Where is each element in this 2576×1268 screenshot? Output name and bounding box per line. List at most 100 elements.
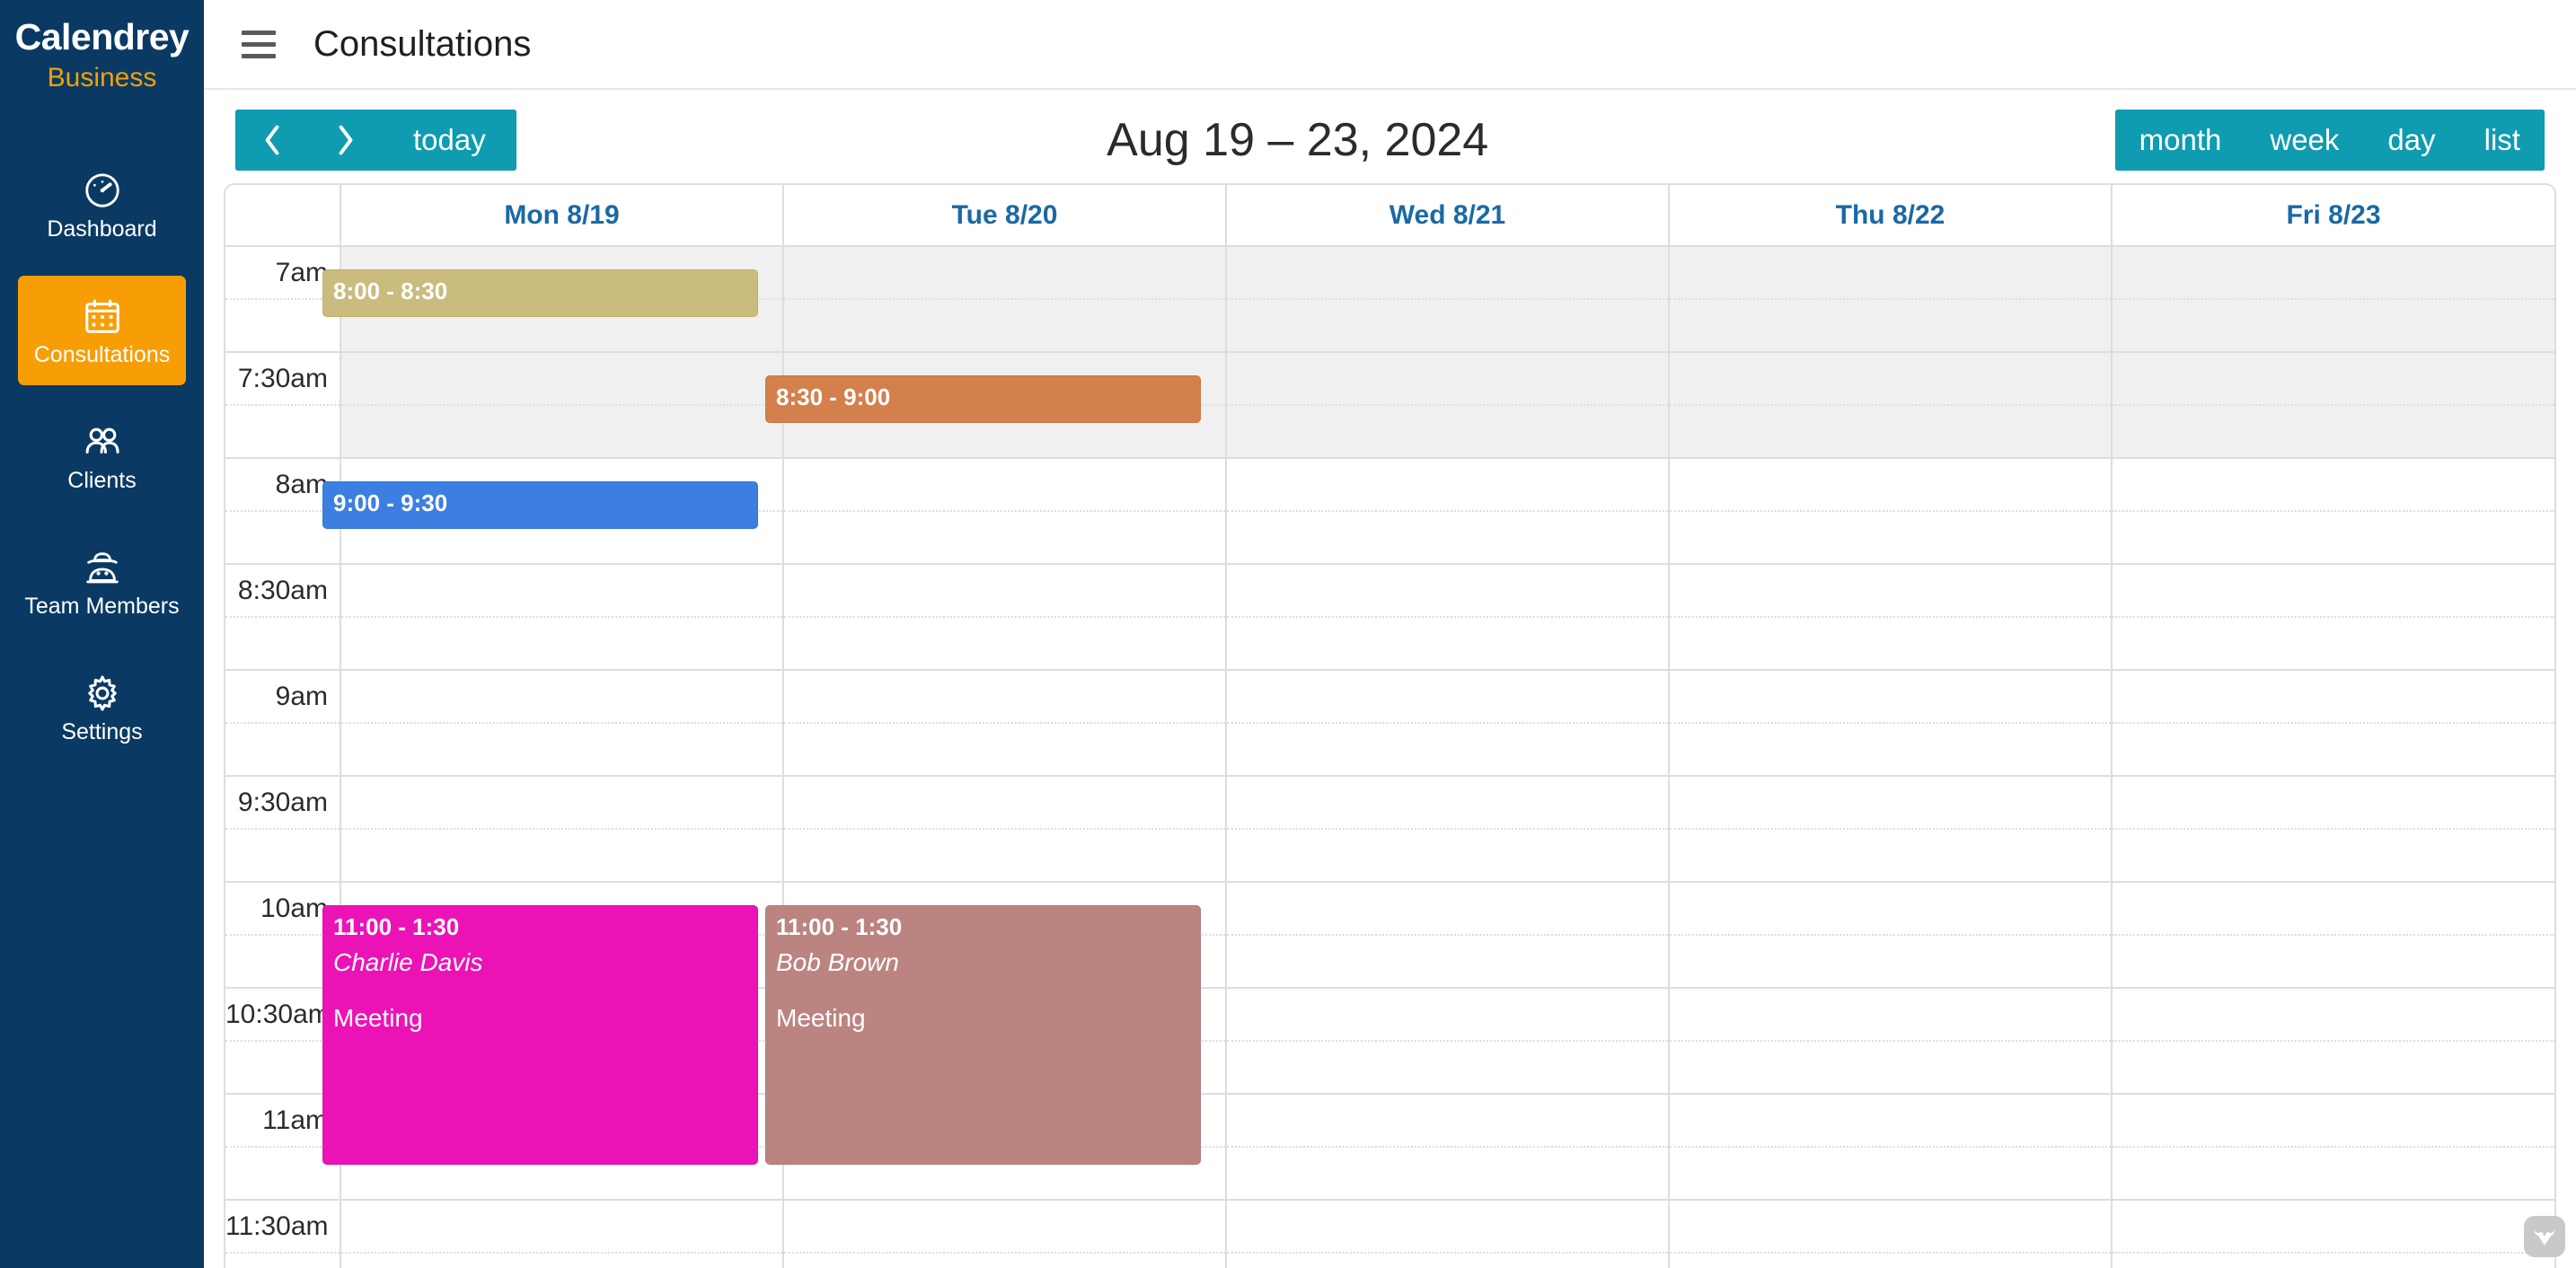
hamburger-icon[interactable] bbox=[242, 30, 276, 58]
calendar-cell[interactable] bbox=[2111, 828, 2554, 882]
calendar-cell[interactable] bbox=[1225, 881, 1669, 935]
calendar-cell[interactable] bbox=[340, 775, 783, 829]
view-button-day[interactable]: day bbox=[2363, 110, 2460, 171]
calendar-cell[interactable] bbox=[340, 351, 783, 405]
view-button-list[interactable]: list bbox=[2459, 110, 2545, 171]
calendar-cell[interactable] bbox=[2111, 457, 2554, 511]
calendar-cell[interactable] bbox=[1225, 722, 1669, 776]
calendar-cell[interactable] bbox=[1668, 987, 2112, 1041]
calendar-cell[interactable] bbox=[2111, 510, 2554, 564]
calendar-cell[interactable] bbox=[2111, 1252, 2554, 1268]
day-header[interactable]: Mon 8/19 bbox=[340, 185, 783, 246]
calendar-cell[interactable] bbox=[340, 722, 783, 776]
calendar-cell[interactable] bbox=[1668, 351, 2112, 405]
calendar-cell[interactable] bbox=[782, 510, 1226, 564]
calendar-cell[interactable] bbox=[2111, 563, 2554, 617]
view-button-month[interactable]: month bbox=[2114, 110, 2246, 171]
sidebar-item-clients[interactable]: Clients bbox=[18, 401, 186, 511]
calendar-cell[interactable] bbox=[1225, 1093, 1669, 1147]
calendar-cell[interactable] bbox=[1225, 351, 1669, 405]
calendar-cell[interactable] bbox=[1668, 457, 2112, 511]
calendar-cell[interactable] bbox=[2111, 1146, 2554, 1200]
calendar-cell[interactable] bbox=[782, 1199, 1226, 1253]
sidebar-item-consultations[interactable]: Consultations bbox=[18, 276, 186, 386]
calendar-cell[interactable] bbox=[1225, 987, 1669, 1041]
calendar-cell[interactable] bbox=[782, 616, 1226, 670]
calendar-cell[interactable] bbox=[1225, 616, 1669, 670]
calendar-cell[interactable] bbox=[340, 669, 783, 723]
calendar-cell[interactable] bbox=[1225, 828, 1669, 882]
day-header[interactable]: Thu 8/22 bbox=[1668, 185, 2112, 246]
view-button-week[interactable]: week bbox=[2245, 110, 2364, 171]
calendar-cell[interactable] bbox=[782, 457, 1226, 511]
calendar-cell[interactable] bbox=[1668, 1093, 2112, 1147]
bat-badge-icon[interactable] bbox=[2524, 1216, 2565, 1257]
calendar-cell[interactable] bbox=[1225, 669, 1669, 723]
calendar-cell[interactable] bbox=[340, 1252, 783, 1268]
calendar-cell[interactable] bbox=[2111, 934, 2554, 988]
calendar-cell[interactable] bbox=[2111, 722, 2554, 776]
calendar-cell[interactable] bbox=[782, 722, 1226, 776]
calendar-cell[interactable] bbox=[2111, 669, 2554, 723]
today-button[interactable]: today bbox=[383, 110, 516, 171]
calendar-cell[interactable] bbox=[2111, 616, 2554, 670]
calendar-event[interactable]: 9:00 - 9:30 Alice Johnson bbox=[322, 481, 758, 529]
calendar-cell[interactable] bbox=[1668, 881, 2112, 935]
calendar-cell[interactable] bbox=[1225, 298, 1669, 352]
sidebar-item-dashboard[interactable]: Dashboard bbox=[18, 150, 186, 260]
sidebar-item-team-members[interactable]: Team Members bbox=[18, 527, 186, 637]
calendar-cell[interactable] bbox=[782, 245, 1226, 299]
calendar-cell[interactable] bbox=[1668, 828, 2112, 882]
sidebar-item-settings[interactable]: Settings bbox=[18, 653, 186, 762]
calendar-cell[interactable] bbox=[2111, 775, 2554, 829]
calendar-cell[interactable] bbox=[2111, 298, 2554, 352]
calendar-cell[interactable] bbox=[1225, 1040, 1669, 1094]
calendar-cell[interactable] bbox=[1668, 1040, 2112, 1094]
calendar-cell[interactable] bbox=[340, 404, 783, 458]
calendar-cell[interactable] bbox=[2111, 404, 2554, 458]
prev-button[interactable] bbox=[235, 110, 309, 171]
calendar-cell[interactable] bbox=[1668, 298, 2112, 352]
calendar-cell[interactable] bbox=[1668, 616, 2112, 670]
calendar-cell[interactable] bbox=[1225, 404, 1669, 458]
calendar-cell[interactable] bbox=[2111, 1093, 2554, 1147]
next-button[interactable] bbox=[309, 110, 383, 171]
calendar-cell[interactable] bbox=[1225, 245, 1669, 299]
calendar-cell[interactable] bbox=[340, 828, 783, 882]
calendar-cell[interactable] bbox=[2111, 351, 2554, 405]
calendar-event[interactable]: 8:00 - 8:30 Jane Smith bbox=[322, 269, 758, 317]
calendar-event[interactable]: 8:30 - 9:00 Charlie Davis bbox=[765, 375, 1201, 423]
calendar-cell[interactable] bbox=[1668, 404, 2112, 458]
calendar-cell[interactable] bbox=[782, 1252, 1226, 1268]
calendar-cell[interactable] bbox=[1225, 563, 1669, 617]
calendar-cell[interactable] bbox=[1668, 775, 2112, 829]
calendar-cell[interactable] bbox=[782, 563, 1226, 617]
calendar-cell[interactable] bbox=[2111, 881, 2554, 935]
calendar-event[interactable]: 11:00 - 1:30 Charlie Davis Meeting bbox=[322, 905, 758, 1165]
calendar-cell[interactable] bbox=[2111, 245, 2554, 299]
day-header[interactable]: Tue 8/20 bbox=[782, 185, 1226, 246]
calendar-cell[interactable] bbox=[1225, 510, 1669, 564]
calendar-cell[interactable] bbox=[340, 1199, 783, 1253]
calendar-cell[interactable] bbox=[1225, 1146, 1669, 1200]
calendar-cell[interactable] bbox=[2111, 1199, 2554, 1253]
calendar-cell[interactable] bbox=[1668, 722, 2112, 776]
calendar-cell[interactable] bbox=[340, 616, 783, 670]
calendar-cell[interactable] bbox=[1225, 934, 1669, 988]
calendar-cell[interactable] bbox=[782, 775, 1226, 829]
calendar-cell[interactable] bbox=[1668, 510, 2112, 564]
calendar-cell[interactable] bbox=[782, 669, 1226, 723]
calendar-cell[interactable] bbox=[1668, 245, 2112, 299]
calendar-cell[interactable] bbox=[2111, 1040, 2554, 1094]
calendar-cell[interactable] bbox=[2111, 987, 2554, 1041]
calendar-cell[interactable] bbox=[1225, 457, 1669, 511]
calendar-cell[interactable] bbox=[1668, 669, 2112, 723]
calendar-cell[interactable] bbox=[340, 563, 783, 617]
calendar-cell[interactable] bbox=[782, 828, 1226, 882]
calendar-cell[interactable] bbox=[1225, 775, 1669, 829]
calendar-cell[interactable] bbox=[1225, 1252, 1669, 1268]
calendar-cell[interactable] bbox=[1668, 934, 2112, 988]
day-header[interactable]: Wed 8/21 bbox=[1225, 185, 1669, 246]
day-header[interactable]: Fri 8/23 bbox=[2111, 185, 2554, 246]
calendar-cell[interactable] bbox=[782, 298, 1226, 352]
